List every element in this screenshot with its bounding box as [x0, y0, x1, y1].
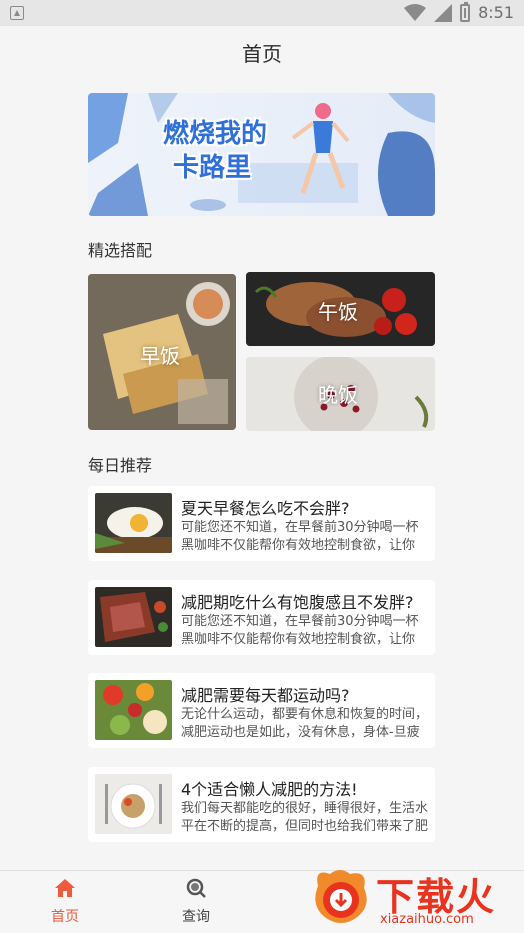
watermark: 下载火 xiazaihuo.com: [310, 866, 524, 932]
search-icon: [186, 878, 206, 898]
watermark-domain: xiazaihuo.com: [380, 912, 474, 927]
featured-section-title: 精选搭配: [88, 241, 153, 260]
page-title: 首页: [242, 42, 282, 66]
daily-item-thumbnail: [95, 774, 172, 834]
banner-title-line1: 燃烧我的: [163, 119, 268, 149]
banner-title: 燃烧我的 卡路里: [163, 117, 267, 185]
tab-search[interactable]: 查询: [166, 877, 226, 926]
watermark-logo-icon: [315, 870, 367, 923]
daily-item-desc: 可能您还不知道，在早餐前30分钟喝一杯黑咖啡不仅能帮你有效地控制食欲，让你只..…: [181, 614, 419, 647]
lunch-label: 午饭: [318, 300, 358, 324]
home-icon: [55, 879, 75, 897]
signal-icon: [434, 3, 453, 22]
status-bar: 8:51: [0, 0, 524, 26]
wifi-icon: [404, 3, 427, 21]
lunch-card[interactable]: 午饭: [246, 272, 435, 346]
tab-home[interactable]: 首页: [35, 877, 95, 926]
daily-item-title: 减肥需要每天都运动吗?: [181, 686, 350, 705]
daily-item-thumbnail: [95, 587, 172, 647]
daily-item[interactable]: 夏天早餐怎么吃不会胖? 可能您还不知道，在早餐前30分钟喝一杯黑咖啡不仅能帮你有…: [88, 486, 435, 561]
dinner-card[interactable]: 晚饭: [246, 357, 435, 431]
tab-search-label: 查询: [182, 909, 210, 925]
dinner-label: 晚饭: [318, 383, 358, 407]
tab-home-label: 首页: [51, 909, 79, 925]
breakfast-label: 早饭: [140, 344, 180, 368]
daily-item-thumbnail: [95, 680, 172, 740]
status-icons: 8:51: [404, 1, 514, 22]
daily-item-thumbnail: [95, 493, 172, 553]
daily-item-title: 减肥期吃什么有饱腹感且不发胖?: [181, 593, 414, 612]
daily-section-title: 每日推荐: [88, 456, 153, 475]
daily-item-desc: 我们每天都能吃的很好，睡得很好，生活水平在不断的提高，但同时也给我们带来了肥胖: [181, 801, 429, 834]
daily-item-title: 夏天早餐怎么吃不会胖?: [181, 499, 350, 518]
battery-icon: [460, 1, 471, 22]
daily-item-desc: 无论什么运动，都要有休息和恢复的时间，减肥运动也是如此，没有休息，身体-旦疲惫: [181, 707, 429, 740]
breakfast-card[interactable]: 早饭: [88, 274, 236, 430]
banner[interactable]: 燃烧我的 卡路里: [88, 93, 435, 216]
banner-title-line2: 卡路里: [173, 153, 252, 183]
daily-item[interactable]: 4个适合懒人减肥的方法! 我们每天都能吃的很好，睡得很好，生活水平在不断的提高，…: [88, 767, 435, 842]
notification-icon: [10, 6, 24, 20]
daily-item-title: 4个适合懒人减肥的方法!: [181, 780, 358, 799]
daily-item[interactable]: 减肥需要每天都运动吗? 无论什么运动，都要有休息和恢复的时间，减肥运动也是如此，…: [88, 673, 435, 748]
daily-item-desc: 可能您还不知道，在早餐前30分钟喝一杯黑咖啡不仅能帮你有效地控制食欲，让你只..…: [181, 520, 419, 553]
status-time: 8:51: [478, 3, 514, 22]
daily-item[interactable]: 减肥期吃什么有饱腹感且不发胖? 可能您还不知道，在早餐前30分钟喝一杯黑咖啡不仅…: [88, 580, 435, 655]
